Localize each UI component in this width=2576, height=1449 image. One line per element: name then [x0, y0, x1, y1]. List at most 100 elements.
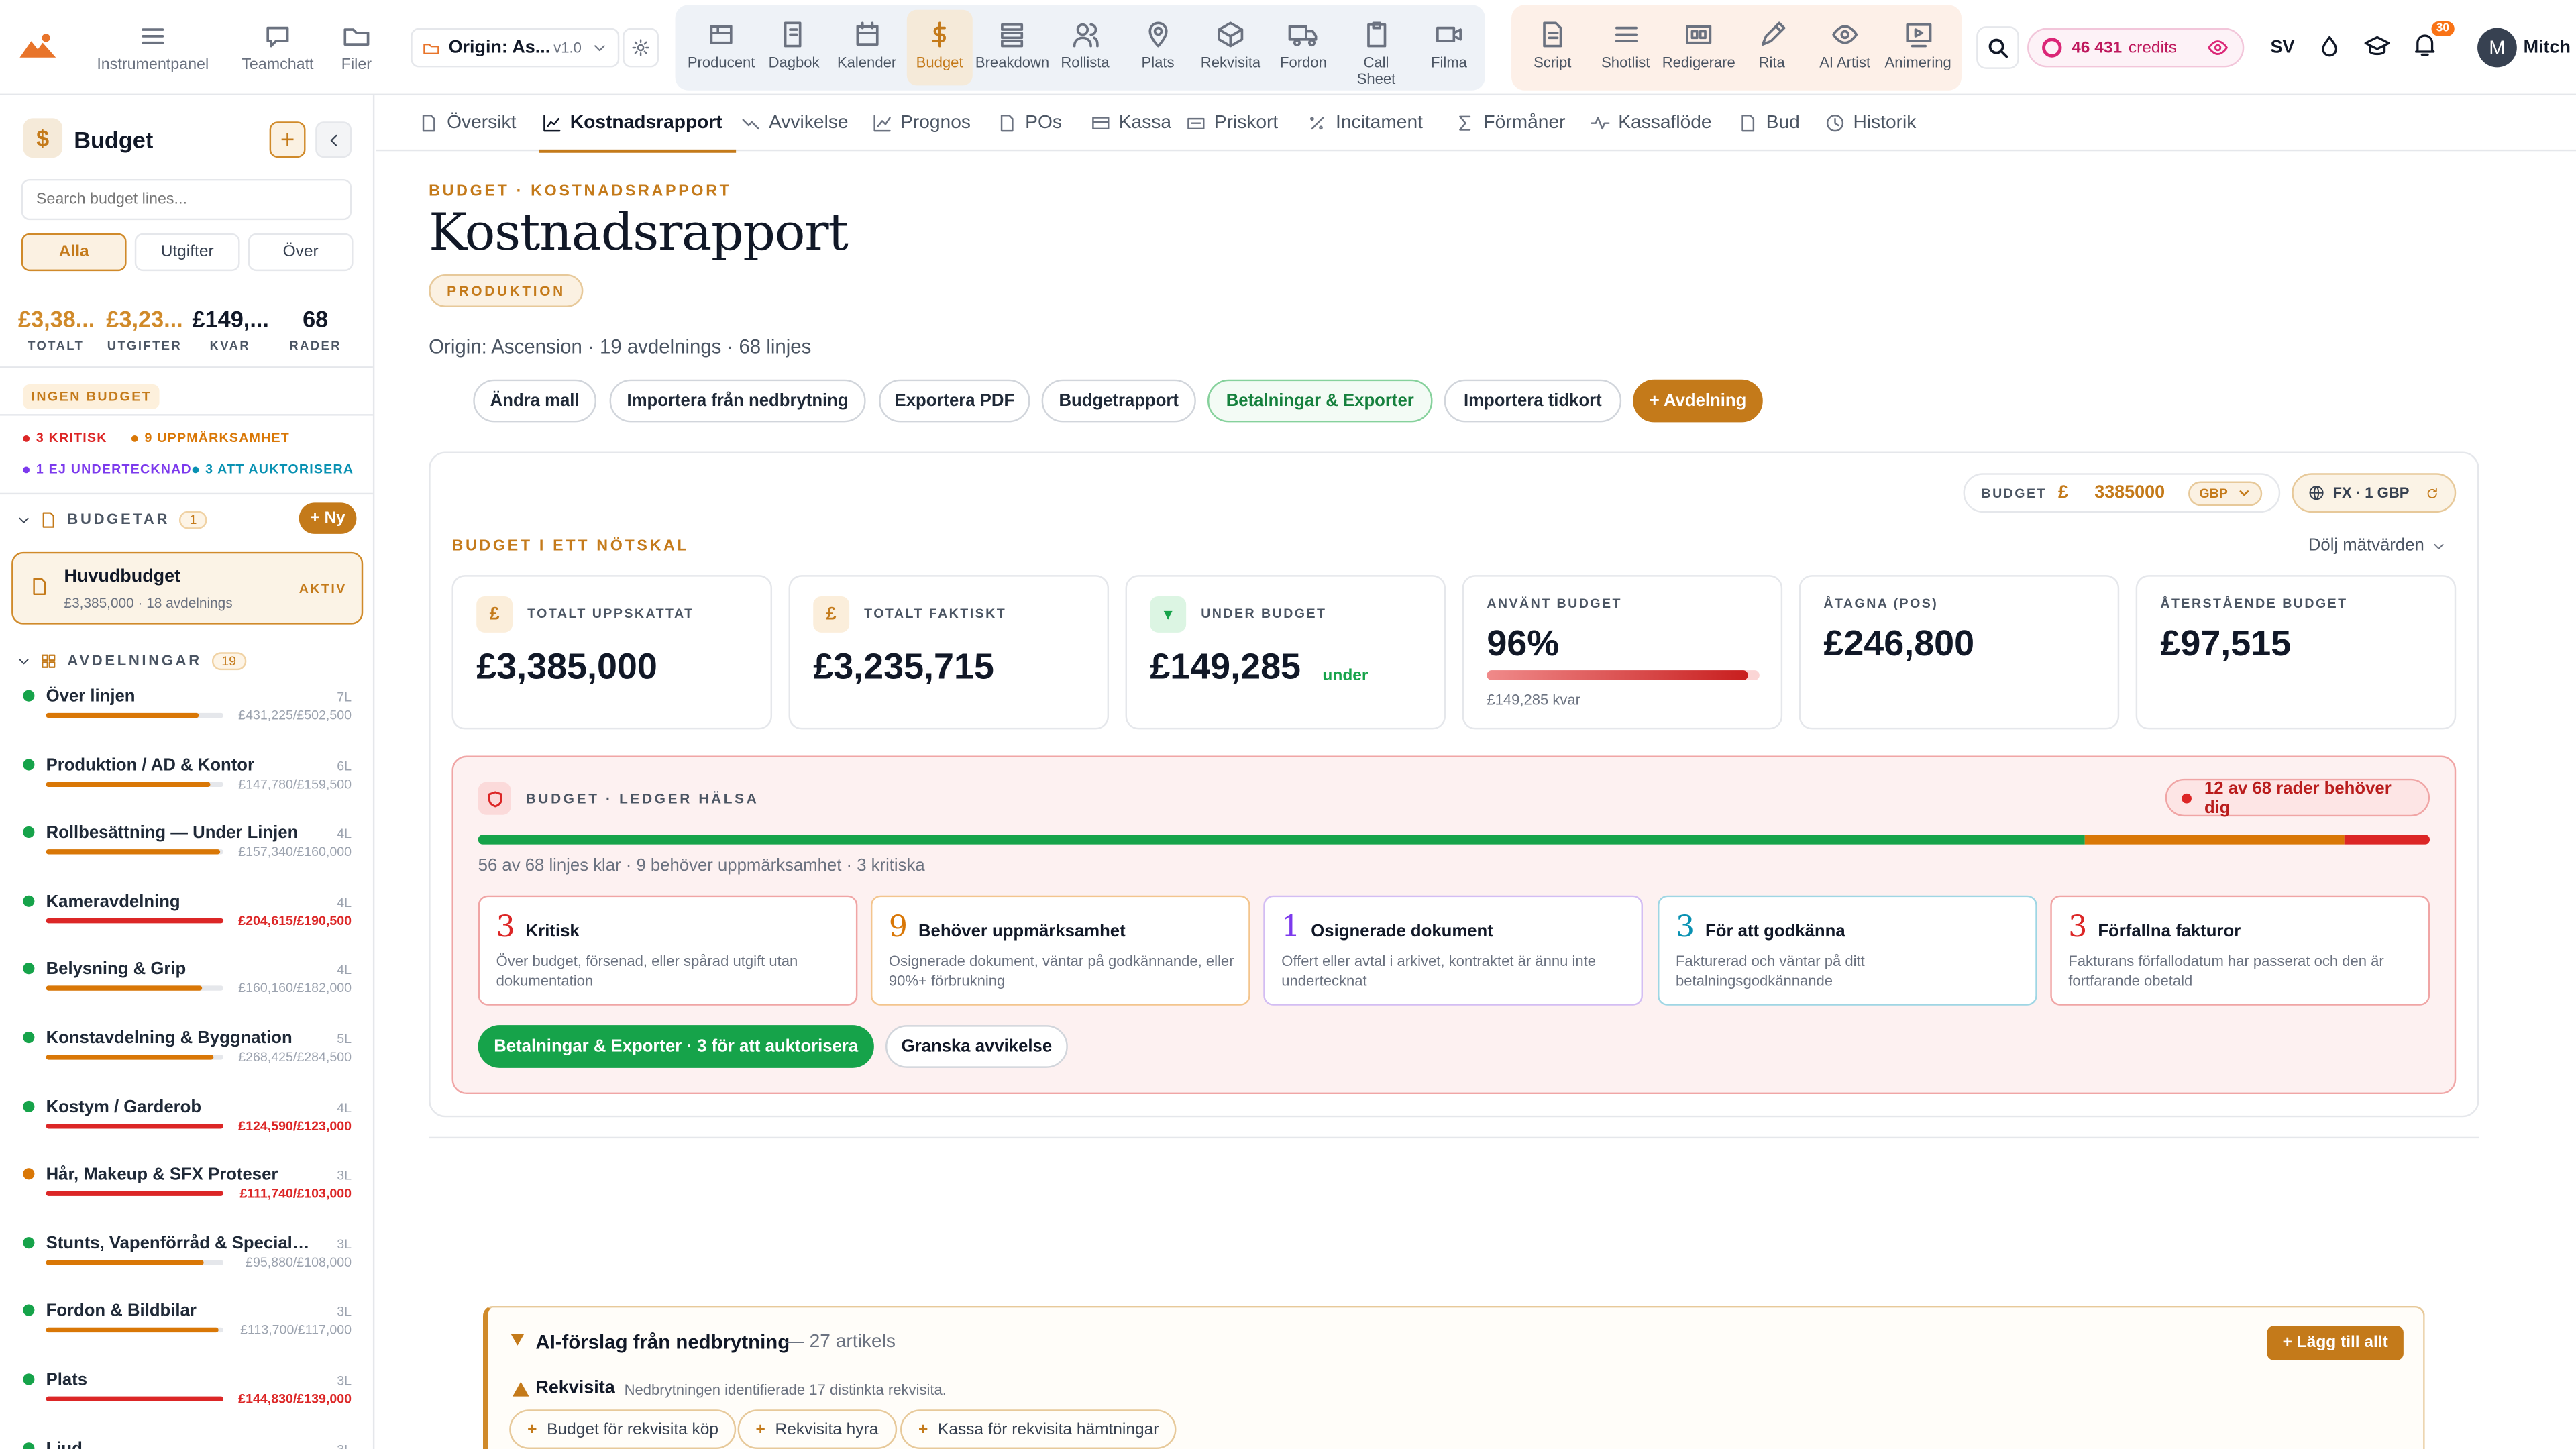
- action-budgetrapport[interactable]: Budgetrapport: [1041, 379, 1196, 423]
- department-item[interactable]: Hår, Makeup & SFX Proteser 3L £111,740/£10…: [23, 1165, 352, 1214]
- health-card-kritisk[interactable]: 3 Kritisk Över budget, försenad, eller spå…: [478, 895, 858, 1006]
- ai-collapse-toggle[interactable]: [511, 1334, 525, 1346]
- tab-bud[interactable]: Bud: [1738, 95, 1800, 151]
- project-settings-button[interactable]: [623, 28, 659, 68]
- historik-icon: [1825, 113, 1854, 133]
- fx-rate-button[interactable]: FX · 1 GBP: [2292, 473, 2457, 513]
- action-avdelning[interactable]: + Avdelning: [1633, 379, 1763, 423]
- department-item[interactable]: Belysning & Grip 4L £160,160/£182,000: [23, 960, 352, 1009]
- department-item[interactable]: Ljud 3L: [23, 1438, 352, 1449]
- collapse-sidebar-button[interactable]: [315, 121, 352, 158]
- department-line-count: 7L: [337, 690, 352, 705]
- department-item[interactable]: Produktion / AD & Kontor 6L £147,780/£159,…: [23, 755, 352, 804]
- department-item[interactable]: Plats 3L £144,830/£139,000: [23, 1370, 352, 1419]
- tab-avvikelse[interactable]: Avvikelse: [741, 95, 849, 151]
- budget-icon: [925, 19, 955, 54]
- filter-expenses[interactable]: Utgifter: [134, 233, 240, 272]
- tab-prognos[interactable]: Prognos: [872, 95, 971, 151]
- user-name[interactable]: Mitch: [2524, 38, 2571, 57]
- health-alert-badge[interactable]: 12 av 68 rader behöver dig: [2165, 778, 2430, 817]
- health-card-f-r-att-godk-nna[interactable]: 3 För att godkänna Fakturerad och väntar p…: [1658, 895, 2037, 1006]
- tab-kassa[interactable]: Kassa: [1091, 95, 1171, 151]
- suggestion-chip[interactable]: + Kassa för rekvisita hämtningar: [900, 1409, 1177, 1449]
- department-item[interactable]: Stunts, Vapenförråd & Specialeffe... 3L £9…: [23, 1234, 352, 1283]
- tool-rita[interactable]: Rita: [1739, 10, 1805, 86]
- health-card-osignerade-dokument[interactable]: 1 Osignerade dokument Offert eller avtal i…: [1263, 895, 1643, 1006]
- tool-dagbok[interactable]: Dagbok: [761, 10, 827, 86]
- tool-filma[interactable]: Filma: [1416, 10, 1482, 86]
- tool-redigerare[interactable]: Redigerare: [1662, 10, 1735, 86]
- add-budget-line-button[interactable]: +: [269, 121, 306, 158]
- health-card-beh-ver-uppm-rksamhet[interactable]: 9 Behöver uppmärksamhet Osignerade dokumen…: [870, 895, 1250, 1006]
- tool-animering[interactable]: Animering: [1885, 10, 1951, 86]
- nav-dashboard[interactable]: Instrumentpanel: [85, 0, 220, 95]
- document-icon: [42, 511, 54, 527]
- tool-rekvisita[interactable]: Rekvisita: [1198, 10, 1264, 86]
- tab-incitament[interactable]: Incitament: [1307, 95, 1423, 151]
- suggestion-chip[interactable]: + Rekvisita hyra: [737, 1409, 897, 1449]
- alert-9-uppm-rksamhet[interactable]: 9 UPPMÄRKSAMHET: [131, 431, 290, 445]
- health-card-count: 3: [496, 910, 515, 945]
- add-all-button[interactable]: + Lägg till allt: [2267, 1326, 2404, 1360]
- currency-select[interactable]: GBP: [2188, 480, 2263, 506]
- alert-3-att-auktorisera[interactable]: 3 ATT AUKTORISERA: [192, 462, 354, 476]
- action-importera-tidkort[interactable]: Importera tidkort: [1444, 379, 1622, 423]
- language-switch[interactable]: SV: [2270, 38, 2294, 57]
- department-item[interactable]: Kameravdelning 4L £204,615/£190,500: [23, 892, 352, 941]
- tab-versikt[interactable]: Översikt: [419, 95, 516, 151]
- alert-3-kritisk[interactable]: 3 KRITISK: [23, 431, 107, 445]
- bud-icon: [1738, 113, 1766, 133]
- tool-producent[interactable]: Producent: [688, 10, 755, 86]
- tool-fordon[interactable]: Fordon: [1271, 10, 1336, 86]
- departments-section-header[interactable]: AVDELNINGAR 19: [16, 647, 361, 674]
- budget-amount-input[interactable]: 3385000: [2094, 483, 2188, 502]
- tool-ai-artist[interactable]: AI Artist: [1812, 10, 1878, 86]
- tab-historik[interactable]: Historik: [1825, 95, 1916, 151]
- action-betalningar-exporter[interactable]: Betalningar & Exporter: [1208, 379, 1433, 423]
- tool-rollista[interactable]: Rollista: [1053, 10, 1118, 86]
- payments-exports-primary-button[interactable]: Betalningar & Exporter · 3 för att aukto…: [478, 1025, 874, 1068]
- new-budget-button[interactable]: + Ny: [299, 502, 357, 534]
- search-button[interactable]: [1976, 26, 2019, 69]
- tab-kassafl-de[interactable]: Kassaflöde: [1591, 95, 1712, 151]
- main-budget-card[interactable]: Huvudbudget £3,385,000 · 18 avdelnings A…: [11, 551, 364, 625]
- drop-icon[interactable]: [2316, 33, 2343, 59]
- avatar[interactable]: M: [2477, 28, 2517, 68]
- department-item[interactable]: Konstavdelning & Byggnation 5L £268,425/£2…: [23, 1028, 352, 1077]
- department-item[interactable]: Rollbesättning — Under Linjen 4L £157,340/…: [23, 823, 352, 872]
- tab-kostnadsrapport[interactable]: Kostnadsrapport: [539, 95, 736, 153]
- department-item[interactable]: Över linjen 7L £431,225/£502,500: [23, 687, 352, 736]
- nav-team-chat[interactable]: Teamchatt: [231, 0, 323, 95]
- hide-metrics-toggle[interactable]: Dölj mätvärden: [2308, 535, 2446, 555]
- action-exportera-pdf[interactable]: Exportera PDF: [879, 379, 1030, 423]
- tab-pos[interactable]: POs: [998, 95, 1062, 151]
- review-variance-button[interactable]: Granska avvikelse: [885, 1025, 1068, 1068]
- suggestion-chip[interactable]: + Budget för rekvisita köp: [509, 1409, 737, 1449]
- tool-budget[interactable]: Budget: [906, 9, 973, 86]
- nav-files[interactable]: Filer: [332, 0, 381, 95]
- credits-badge[interactable]: 46 431 credits: [2027, 28, 2245, 68]
- graduation-cap-icon[interactable]: [2364, 33, 2390, 59]
- tab-priskort[interactable]: Priskort: [1186, 95, 1278, 151]
- tab-f-rm-ner[interactable]: Förmåner: [1456, 95, 1566, 151]
- tool-script[interactable]: Script: [1519, 10, 1585, 86]
- department-name: Plats: [46, 1370, 88, 1390]
- health-card-f-rfallna-fakturor[interactable]: 3 Förfallna fakturor Fakturans förfallodat…: [2050, 895, 2430, 1006]
- notifications-button[interactable]: 30: [2412, 21, 2455, 61]
- department-item[interactable]: Kostym / Garderob 4L £124,590/£123,000: [23, 1097, 352, 1146]
- action-ndra-mall[interactable]: Ändra mall: [473, 379, 596, 423]
- alert-1-ej-undertecknad[interactable]: 1 EJ UNDERTECKNAD: [23, 462, 192, 476]
- tool-plats[interactable]: Plats: [1125, 10, 1191, 86]
- project-selector[interactable]: Origin: As... v1.0: [411, 28, 620, 68]
- action-importera-fr-n-nedbrytning[interactable]: Importera från nedbrytning: [609, 379, 866, 423]
- tool-kalender[interactable]: Kalender: [834, 10, 900, 86]
- filter-all[interactable]: Alla: [21, 233, 127, 272]
- tool-breakdown[interactable]: Breakdown: [975, 10, 1051, 86]
- tool-label: Fordon: [1280, 54, 1327, 71]
- tool-shotlist[interactable]: Shotlist: [1593, 10, 1658, 86]
- tool-call-sheet[interactable]: Call Sheet: [1344, 10, 1409, 87]
- logo[interactable]: [18, 30, 58, 62]
- filter-over[interactable]: Över: [248, 233, 354, 272]
- department-item[interactable]: Fordon & Bildbilar 3L £113,700/£117,000: [23, 1302, 352, 1351]
- budget-search-input[interactable]: [21, 178, 352, 221]
